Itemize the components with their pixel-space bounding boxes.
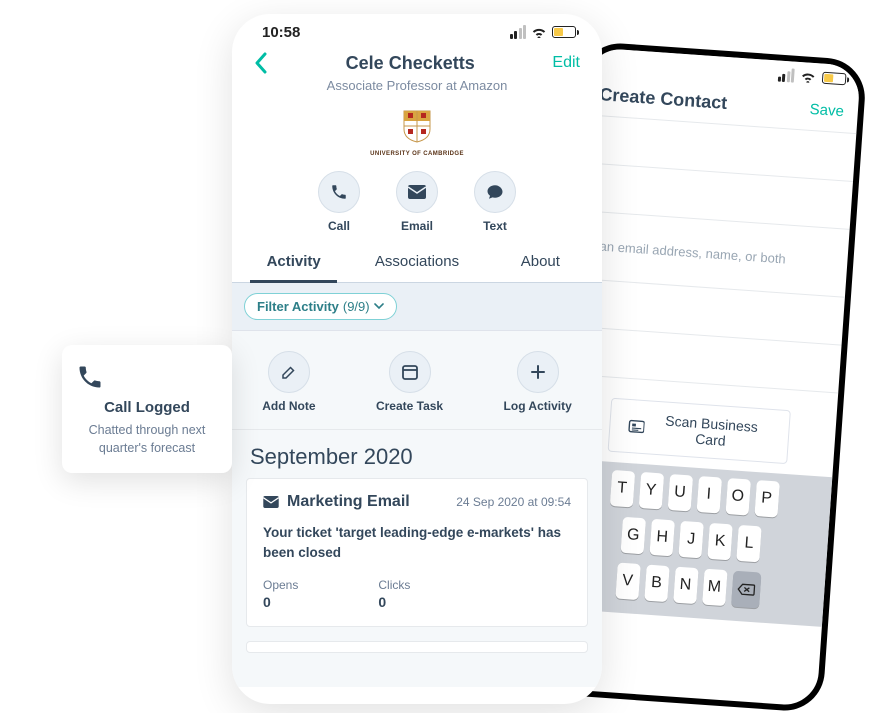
timeline-card-email[interactable]: Marketing Email 24 Sep 2020 at 09:54 You… [246, 478, 588, 627]
call-button[interactable]: Call [318, 171, 360, 233]
signal-icon [510, 25, 527, 39]
card-title-text: Marketing Email [287, 493, 410, 511]
status-time: 10:58 [262, 24, 300, 41]
contact-name: Cele Checketts [268, 53, 552, 74]
add-note-button[interactable]: Add Note [262, 351, 315, 413]
key-I[interactable]: I [696, 476, 721, 514]
battery-icon [822, 72, 847, 86]
wifi-icon [531, 26, 547, 38]
clicks-label: Clicks [378, 578, 410, 592]
call-label: Call [328, 219, 350, 233]
wifi-icon [800, 70, 817, 83]
back-button[interactable] [254, 52, 268, 74]
email-button[interactable]: Email [396, 171, 438, 233]
nav-row: Cele Checketts Edit [232, 50, 602, 74]
create-task-label: Create Task [376, 399, 443, 413]
key-V[interactable]: V [615, 563, 640, 601]
rear-hint-text: g an email address, name, or both [588, 238, 786, 267]
key-N[interactable]: N [673, 567, 698, 605]
backspace-icon [736, 583, 755, 596]
company-logo: UNIVERSITY OF CAMBRIDGE [232, 109, 602, 157]
toast-body: Chatted through next quarter's forecast [76, 422, 218, 457]
key-T[interactable]: T [609, 470, 634, 508]
tab-activity[interactable]: Activity [232, 243, 355, 282]
card-body: Your ticket 'target leading-edge e-marke… [263, 523, 571, 562]
timeline-month-header: September 2020 [232, 430, 602, 478]
rear-title: Create Contact [599, 84, 728, 114]
create-task-button[interactable]: Create Task [376, 351, 443, 413]
card-timestamp: 24 Sep 2020 at 09:54 [456, 495, 571, 509]
key-Y[interactable]: Y [638, 472, 663, 510]
email-label: Email [401, 219, 433, 233]
key-O[interactable]: O [725, 478, 750, 516]
plus-icon [529, 363, 547, 381]
quick-action-row: Add Note Create Task Log Activity [232, 331, 602, 430]
tab-about[interactable]: About [479, 243, 602, 282]
key-L[interactable]: L [736, 525, 761, 563]
scan-label: Scan Business Card [651, 412, 770, 452]
phone-icon [330, 183, 348, 201]
key-K[interactable]: K [707, 523, 732, 561]
pencil-square-icon [280, 363, 298, 381]
signal-icon [777, 68, 794, 83]
text-label: Text [483, 219, 507, 233]
text-button[interactable]: Text [474, 171, 516, 233]
scan-business-card-button[interactable]: Scan Business Card [607, 398, 790, 464]
key-B[interactable]: B [644, 565, 669, 603]
edit-button[interactable]: Edit [552, 54, 580, 72]
key-backspace[interactable] [731, 571, 761, 609]
envelope-icon [263, 496, 279, 508]
comm-actions: Call Email Text [232, 171, 602, 233]
key-G[interactable]: G [621, 517, 646, 555]
chevron-left-icon [254, 52, 268, 74]
key-J[interactable]: J [678, 521, 703, 559]
key-P[interactable]: P [754, 480, 779, 518]
opens-value: 0 [263, 594, 298, 610]
battery-icon [552, 26, 576, 38]
status-bar: 10:58 [232, 14, 602, 50]
log-activity-button[interactable]: Log Activity [504, 351, 572, 413]
key-U[interactable]: U [667, 474, 692, 512]
clicks-value: 0 [378, 594, 410, 610]
add-note-label: Add Note [262, 399, 315, 413]
save-button[interactable]: Save [809, 101, 844, 120]
card-stats: Opens 0 Clicks 0 [263, 578, 571, 610]
scan-icon [627, 419, 645, 434]
call-logged-toast: Call Logged Chatted through next quarter… [62, 345, 232, 473]
phone-icon [76, 363, 218, 391]
filter-label: Filter Activity [257, 299, 339, 314]
timeline-card-peek [246, 641, 588, 653]
envelope-icon [408, 185, 426, 199]
key-H[interactable]: H [649, 519, 674, 557]
contact-subtitle: Associate Professor at Amazon [232, 78, 602, 93]
calendar-icon [401, 363, 419, 381]
filter-activity-chip[interactable]: Filter Activity (9/9) [244, 293, 397, 320]
opens-label: Opens [263, 578, 298, 592]
tab-associations[interactable]: Associations [355, 243, 478, 282]
toast-title: Call Logged [76, 399, 218, 416]
filter-bar: Filter Activity (9/9) [232, 283, 602, 331]
tab-bar: Activity Associations About [232, 243, 602, 283]
logo-caption: UNIVERSITY OF CAMBRIDGE [232, 151, 602, 157]
cambridge-shield-icon [402, 109, 432, 143]
filter-count: (9/9) [343, 299, 370, 314]
key-M[interactable]: M [702, 569, 727, 607]
speech-bubble-icon [486, 183, 504, 201]
log-activity-label: Log Activity [504, 399, 572, 413]
chevron-down-icon [374, 303, 384, 310]
timeline: Marketing Email 24 Sep 2020 at 09:54 You… [232, 478, 602, 687]
contact-detail-phone: 10:58 Cele Checketts Edit Associate Prof… [232, 14, 602, 704]
